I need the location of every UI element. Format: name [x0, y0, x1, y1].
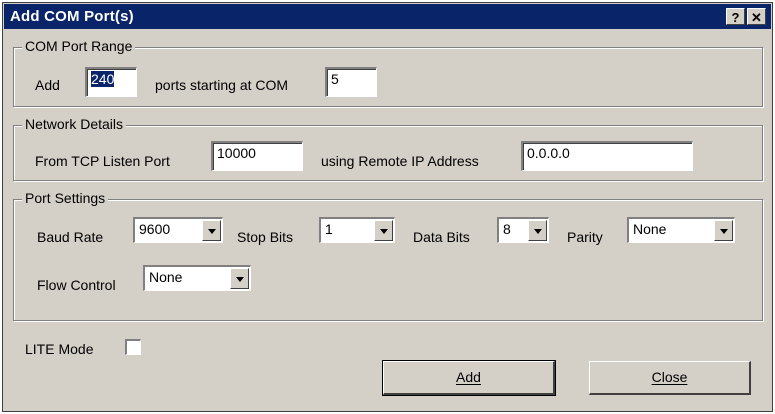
- start-com-value: 5: [331, 71, 339, 87]
- baud-rate-value: 9600: [139, 221, 171, 237]
- lite-mode-label: LITE Mode: [25, 341, 94, 357]
- add-label: Add: [35, 77, 60, 93]
- data-bits-select[interactable]: 8: [497, 217, 549, 243]
- baud-rate-label: Baud Rate: [37, 229, 104, 245]
- port-count-value: 240: [91, 71, 115, 87]
- flow-control-select[interactable]: None: [143, 265, 251, 291]
- stop-bits-value: 1: [325, 221, 333, 237]
- parity-select[interactable]: None: [627, 217, 735, 243]
- remote-ip-label: using Remote IP Address: [321, 153, 479, 169]
- tcp-listen-port-label: From TCP Listen Port: [35, 153, 170, 169]
- parity-value: None: [633, 221, 667, 237]
- com-port-range-legend: COM Port Range: [22, 38, 136, 54]
- close-icon: ✕: [751, 10, 762, 25]
- port-count-input[interactable]: 240: [85, 67, 137, 97]
- remote-ip-value: 0.0.0.0: [527, 145, 570, 161]
- stop-bits-select[interactable]: 1: [319, 217, 395, 243]
- data-bits-label: Data Bits: [413, 229, 470, 245]
- help-button[interactable]: ?: [726, 8, 745, 25]
- help-icon: ?: [731, 10, 740, 25]
- lite-mode-checkbox[interactable]: [125, 339, 141, 355]
- parity-label: Parity: [567, 229, 603, 245]
- chevron-down-icon[interactable]: [528, 220, 547, 241]
- add-button[interactable]: Add: [382, 360, 556, 396]
- dialog-title: Add COM Port(s): [10, 8, 134, 25]
- network-details-legend: Network Details: [22, 116, 127, 132]
- add-com-ports-dialog: Add COM Port(s) ? ✕ COM Port Range Add 2…: [2, 2, 773, 412]
- add-button-label: Add: [456, 369, 481, 385]
- chevron-down-icon[interactable]: [202, 220, 221, 241]
- chevron-down-icon[interactable]: [374, 220, 393, 241]
- stop-bits-label: Stop Bits: [237, 229, 294, 245]
- flow-control-label: Flow Control: [37, 277, 116, 293]
- title-bar: Add COM Port(s) ? ✕: [4, 4, 771, 29]
- tcp-listen-port-value: 10000: [217, 145, 256, 161]
- baud-rate-select[interactable]: 9600: [133, 217, 223, 243]
- start-com-input[interactable]: 5: [325, 67, 377, 97]
- starting-at-com-label: ports starting at COM: [155, 77, 289, 93]
- chevron-down-icon[interactable]: [714, 220, 733, 241]
- remote-ip-input[interactable]: 0.0.0.0: [521, 141, 693, 171]
- close-button[interactable]: Close: [589, 361, 751, 395]
- tcp-listen-port-input[interactable]: 10000: [211, 141, 303, 171]
- chevron-down-icon[interactable]: [230, 268, 249, 289]
- flow-control-value: None: [149, 269, 183, 285]
- close-button-label: Close: [651, 369, 688, 385]
- data-bits-value: 8: [503, 221, 511, 237]
- close-window-button[interactable]: ✕: [747, 8, 766, 25]
- port-settings-legend: Port Settings: [22, 190, 109, 206]
